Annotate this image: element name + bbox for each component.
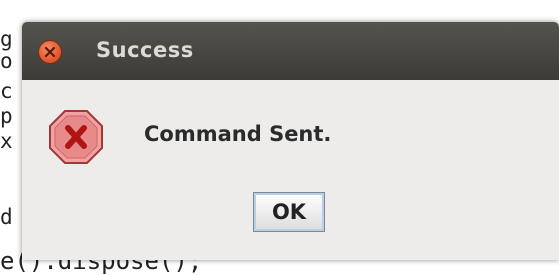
code-fragment: c [0, 79, 13, 103]
error-icon [49, 110, 103, 164]
close-icon[interactable] [38, 40, 62, 64]
code-fragment: d [0, 205, 13, 229]
code-fragment: p [0, 104, 13, 128]
message-dialog: Success Command Sent. OK [22, 22, 559, 260]
code-fragment: o [0, 49, 13, 73]
dialog-titlebar[interactable]: Success [22, 22, 559, 80]
ok-button[interactable]: OK [253, 192, 325, 232]
code-fragment: x [0, 129, 13, 153]
code-fragment: g [0, 27, 13, 51]
dialog-message: Command Sent. [144, 122, 332, 146]
dialog-title: Success [96, 38, 194, 62]
